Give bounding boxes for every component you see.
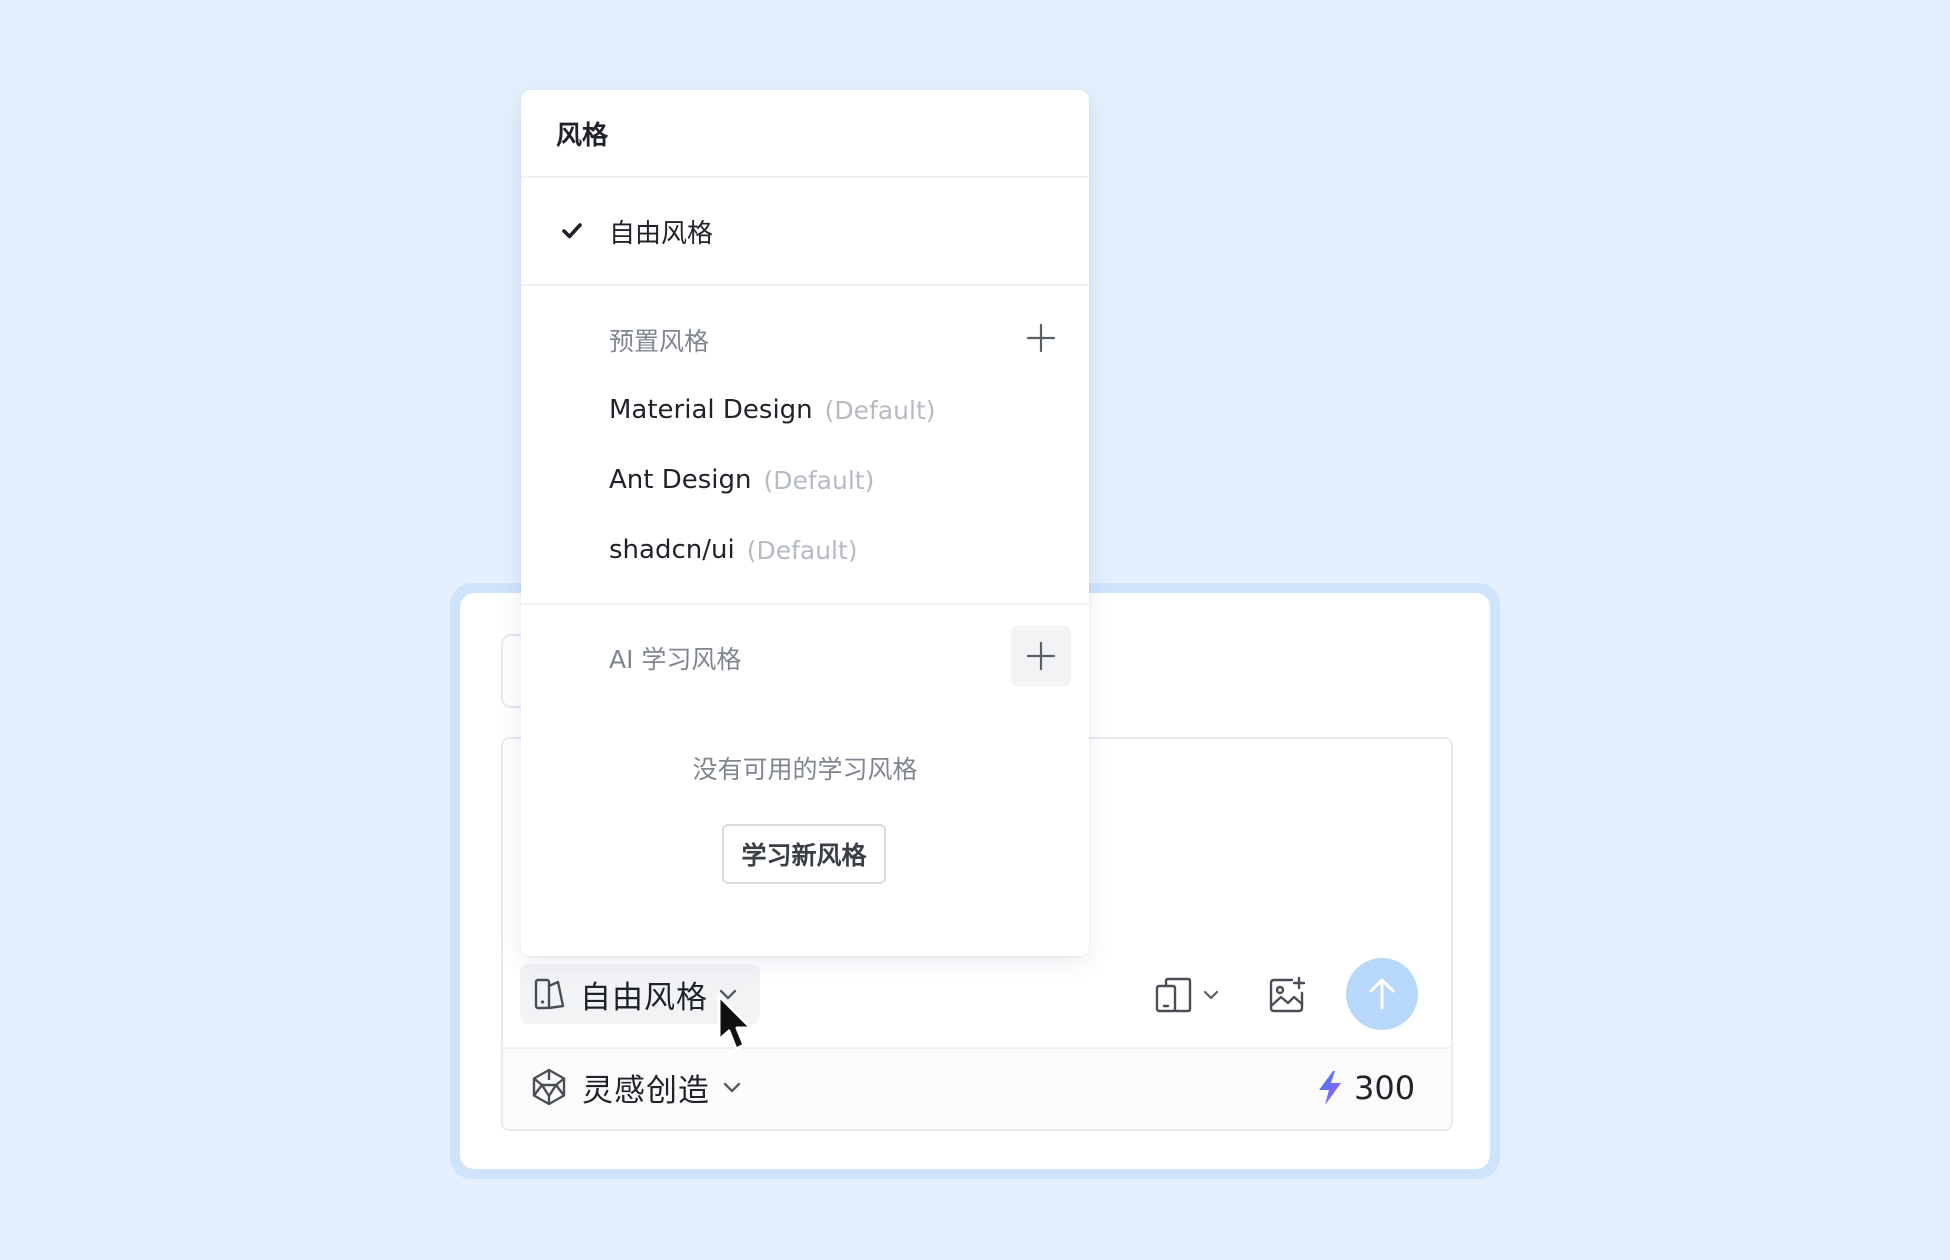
send-button[interactable] — [1346, 958, 1418, 1030]
dropdown-item-label: 自由风格 — [609, 218, 714, 249]
mode-select[interactable]: 灵感创造 — [530, 1062, 742, 1112]
preset-item-ant-design[interactable]: Ant Design (Default) — [609, 460, 874, 500]
polyhedron-icon — [530, 1068, 568, 1106]
preset-name: Material Design — [609, 395, 813, 425]
image-add-icon — [1267, 975, 1307, 1015]
device-icon — [1154, 976, 1194, 1014]
preset-default-tag: (Default) — [746, 535, 858, 565]
mouse-cursor-icon — [717, 994, 753, 1051]
plus-icon — [1026, 641, 1056, 671]
mode-select-label: 灵感创造 — [582, 1072, 710, 1109]
plus-icon — [1026, 323, 1056, 353]
preset-name: shadcn/ui — [609, 535, 735, 565]
chevron-down-icon — [1202, 989, 1220, 1001]
chevron-down-icon — [722, 1080, 742, 1094]
dropdown-title: 风格 — [521, 90, 1089, 178]
style-dropdown: 风格 自由风格 预置风格 Material Design (Default) A… — [521, 90, 1089, 956]
arrow-up-icon — [1367, 977, 1397, 1011]
preset-default-tag: (Default) — [824, 395, 936, 425]
add-preset-button[interactable] — [1011, 308, 1071, 368]
section-divider — [521, 603, 1089, 605]
device-select-button[interactable] — [1154, 970, 1224, 1020]
add-ai-style-button[interactable] — [1011, 626, 1071, 686]
credits-counter: 300 — [1316, 1064, 1415, 1112]
preset-item-material-design[interactable]: Material Design (Default) — [609, 390, 936, 430]
learn-new-style-button[interactable]: 学习新风格 — [722, 824, 886, 884]
credits-value: 300 — [1354, 1069, 1416, 1107]
add-image-button[interactable] — [1264, 972, 1310, 1018]
empty-state-text: 没有可用的学习风格 — [692, 755, 918, 784]
preset-section-title: 预置风格 — [609, 327, 710, 356]
dropdown-item-free-style[interactable]: 自由风格 — [521, 178, 1089, 286]
preset-name: Ant Design — [609, 465, 752, 495]
preset-default-tag: (Default) — [763, 465, 875, 495]
ai-section-title: AI 学习风格 — [609, 645, 742, 674]
style-select-label: 自由风格 — [580, 979, 708, 1016]
preset-item-shadcn-ui[interactable]: shadcn/ui (Default) — [609, 530, 858, 570]
lightning-bolt-icon — [1316, 1070, 1344, 1106]
style-swatch-icon — [532, 976, 568, 1012]
check-icon — [561, 222, 583, 240]
